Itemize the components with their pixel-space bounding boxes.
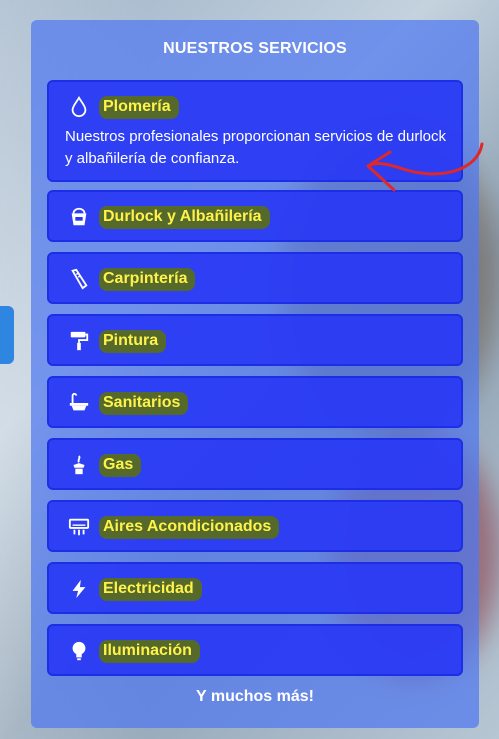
service-card-carpinteria[interactable]: Carpintería (47, 252, 463, 304)
side-scroll-tab[interactable] (0, 306, 14, 364)
service-label: Gas (99, 453, 142, 477)
annotation-arrow-icon (366, 142, 484, 192)
service-card-electricidad[interactable]: Electricidad (47, 562, 463, 614)
paint-roller-icon (67, 329, 91, 353)
service-label: Plomería (99, 95, 179, 119)
water-drop-icon (67, 95, 91, 119)
lightning-icon (67, 577, 91, 601)
service-label: Sanitarios (99, 391, 189, 415)
service-label: Pintura (99, 329, 167, 353)
service-label: Carpintería (99, 267, 196, 291)
service-card-sanitarios[interactable]: Sanitarios (47, 376, 463, 428)
service-card-pintura[interactable]: Pintura (47, 314, 463, 366)
service-card-aires[interactable]: Aires Acondicionados (47, 500, 463, 552)
bathtub-icon (67, 391, 91, 415)
section-title: NUESTROS SERVICIOS (163, 40, 347, 57)
service-card-iluminacion[interactable]: Iluminación (47, 624, 463, 676)
service-label: Aires Acondicionados (99, 515, 280, 539)
air-conditioner-icon (67, 515, 91, 539)
paint-bucket-icon (67, 205, 91, 229)
service-label: Durlock y Albañilería (99, 205, 270, 229)
saw-icon (67, 267, 91, 291)
more-services-text: Y muchos más! (196, 688, 314, 705)
lightbulb-icon (67, 639, 91, 663)
service-label: Iluminación (99, 639, 200, 663)
service-label: Electricidad (99, 577, 202, 601)
gas-burner-icon (67, 453, 91, 477)
service-card-gas[interactable]: Gas (47, 438, 463, 490)
